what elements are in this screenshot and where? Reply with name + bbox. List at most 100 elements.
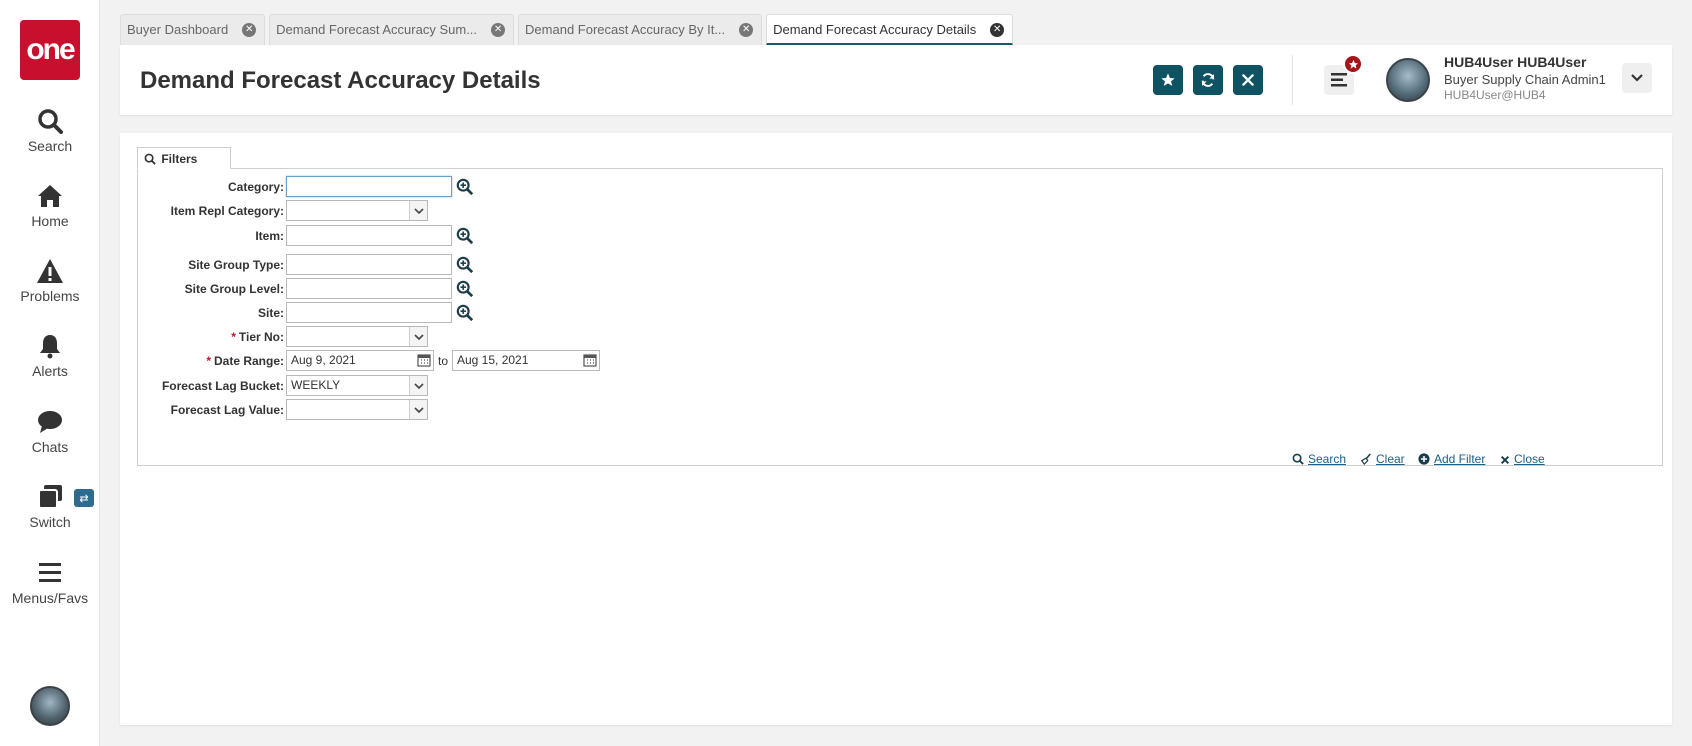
chat-icon — [38, 411, 62, 433]
site-group-level-input[interactable] — [286, 278, 452, 299]
date-range-to-label: to — [438, 354, 449, 368]
calendar-icon[interactable] — [583, 353, 597, 367]
date-to-value: Aug 15, 2021 — [457, 353, 529, 367]
tab-bar: Buyer Dashboard ✕ Demand Forecast Accura… — [120, 14, 1017, 46]
category-input[interactable] — [286, 176, 452, 197]
user-menu-dropdown[interactable] — [1622, 63, 1652, 93]
chevron-down-icon — [409, 376, 427, 395]
filters-tab[interactable]: Filters — [137, 147, 231, 169]
date-to-input[interactable]: Aug 15, 2021 — [452, 350, 600, 371]
forecast-lag-bucket-value: WEEKLY — [291, 378, 341, 392]
add-filter-label: Add Filter — [1434, 452, 1486, 466]
close-icon — [1242, 74, 1254, 86]
sidebar-item-label: Alerts — [32, 363, 68, 379]
chevron-down-icon — [1631, 74, 1643, 82]
sidebar-item-alerts[interactable]: Alerts — [0, 333, 100, 379]
switch-badge: ⇄ — [74, 489, 94, 507]
tier-no-select[interactable] — [286, 326, 428, 347]
lookup-icon[interactable] — [456, 280, 474, 298]
search-icon — [144, 153, 156, 165]
tab-label: Buyer Dashboard — [127, 22, 229, 37]
sidebar-item-menus-favs[interactable]: Menus/Favs — [0, 560, 100, 606]
favorites-badge[interactable] — [1343, 54, 1363, 74]
forecast-lag-bucket-label: Forecast Lag Bucket: — [161, 379, 284, 393]
forecast-lag-value-row: Forecast Lag Value: — [138, 399, 284, 421]
item-repl-category-label: Item Repl Category: — [170, 204, 284, 218]
site-group-type-label: Site Group Type: — [188, 258, 284, 272]
date-from-input[interactable]: Aug 9, 2021 — [286, 350, 434, 371]
filters-tab-label: Filters — [161, 152, 198, 166]
sidebar-item-problems[interactable]: Problems — [0, 258, 100, 304]
tab-label: Demand Forecast Accuracy Sum... — [276, 22, 478, 37]
close-icon[interactable]: ✕ — [739, 23, 754, 37]
forecast-lag-value-select[interactable] — [286, 399, 428, 420]
add-filter-link[interactable]: Add Filter — [1418, 452, 1485, 466]
sidebar-avatar[interactable] — [30, 686, 70, 726]
filter-clear-link[interactable]: Clear — [1360, 452, 1405, 466]
filter-search-label: Search — [1308, 452, 1347, 466]
close-page-button[interactable] — [1233, 65, 1263, 95]
forecast-lag-value-label: Forecast Lag Value: — [170, 403, 284, 417]
site-group-level-row: Site Group Level: — [138, 278, 284, 300]
date-from-value: Aug 9, 2021 — [291, 353, 356, 367]
user-avatar[interactable] — [1386, 58, 1430, 102]
main-content: Filters Category: Item Repl Category: It… — [120, 133, 1672, 725]
filter-close-label: Close — [1514, 452, 1545, 466]
sidebar-item-label: Home — [31, 213, 69, 229]
sidebar-item-chats[interactable]: Chats — [0, 409, 100, 455]
tab-label: Demand Forecast Accuracy Details — [773, 22, 977, 37]
hamburger-icon — [1331, 73, 1347, 87]
refresh-icon — [1201, 73, 1215, 87]
tab-demand-forecast-accuracy-summary[interactable]: Demand Forecast Accuracy Sum... ✕ — [269, 14, 515, 45]
date-range-row: * Date Range: — [138, 350, 284, 372]
sidebar-item-home[interactable]: Home — [0, 183, 100, 229]
chevron-down-icon — [409, 327, 427, 346]
required-mark: * — [231, 330, 236, 344]
bell-icon — [40, 335, 60, 359]
star-icon — [1348, 59, 1358, 69]
item-repl-category-row: Item Repl Category: — [138, 200, 284, 222]
hamburger-icon — [39, 563, 61, 582]
lookup-icon[interactable] — [456, 304, 474, 322]
lookup-icon[interactable] — [456, 227, 474, 245]
page-title: Demand Forecast Accuracy Details — [140, 67, 541, 94]
tab-buyer-dashboard[interactable]: Buyer Dashboard ✕ — [120, 14, 266, 45]
close-icon — [1500, 455, 1510, 465]
calendar-icon[interactable] — [417, 353, 431, 367]
site-group-level-label: Site Group Level: — [184, 282, 284, 296]
sidebar-item-label: Problems — [20, 288, 80, 304]
close-icon[interactable]: ✕ — [990, 23, 1005, 37]
plus-circle-icon — [1418, 453, 1430, 465]
sidebar-item-search[interactable]: Search — [0, 108, 100, 154]
broom-icon — [1360, 453, 1371, 466]
favorite-button[interactable] — [1153, 65, 1183, 95]
close-icon[interactable]: ✕ — [491, 23, 506, 37]
filter-search-link[interactable]: Search — [1292, 452, 1346, 466]
lookup-icon[interactable] — [456, 256, 474, 274]
site-input[interactable] — [286, 302, 452, 323]
forecast-lag-bucket-select[interactable]: WEEKLY — [286, 375, 428, 396]
filter-close-link[interactable]: Close — [1500, 452, 1545, 466]
header-divider — [1292, 55, 1293, 105]
item-row: Item: — [138, 225, 284, 247]
item-repl-category-select[interactable] — [286, 200, 428, 221]
star-icon — [1161, 73, 1175, 86]
close-icon[interactable]: ✕ — [242, 23, 257, 37]
lookup-icon[interactable] — [456, 178, 474, 196]
chevron-down-icon — [409, 400, 427, 419]
user-name: HUB4User HUB4User — [1444, 54, 1587, 70]
tier-no-row: * Tier No: — [138, 326, 284, 348]
search-icon — [1292, 453, 1304, 465]
tier-no-label: * Tier No: — [124, 326, 284, 348]
site-group-type-input[interactable] — [286, 254, 452, 275]
tab-demand-forecast-accuracy-by-item[interactable]: Demand Forecast Accuracy By It... ✕ — [518, 14, 763, 45]
item-input[interactable] — [286, 225, 452, 246]
warning-icon — [37, 259, 63, 283]
refresh-button[interactable] — [1193, 65, 1223, 95]
app-logo[interactable]: one — [20, 20, 80, 80]
sidebar-item-label: Menus/Favs — [11, 590, 89, 606]
filter-clear-label: Clear — [1376, 452, 1405, 466]
sidebar-item-label: Chats — [31, 439, 69, 455]
tab-demand-forecast-accuracy-details[interactable]: Demand Forecast Accuracy Details ✕ — [766, 14, 1014, 45]
user-role: Buyer Supply Chain Admin1 — [1444, 72, 1606, 87]
